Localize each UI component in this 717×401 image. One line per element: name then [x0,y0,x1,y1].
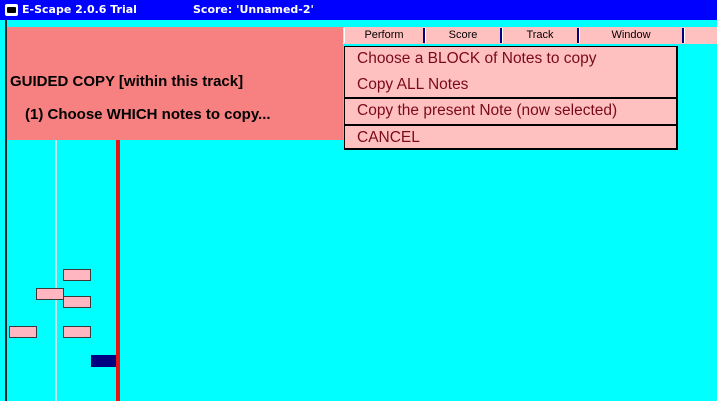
menu-score[interactable]: Score [425,28,502,43]
copy-all-option[interactable]: Copy ALL Notes [357,76,468,94]
note-block[interactable] [63,269,91,281]
selected-note-block[interactable] [91,355,118,367]
popup-divider [345,124,676,126]
copy-present-note-option[interactable]: Copy the present Note (now selected) [357,102,617,120]
popup-divider [345,97,676,99]
guided-copy-title: GUIDED COPY [within this track] [10,73,244,90]
note-block[interactable] [63,296,91,308]
note-block[interactable] [36,288,64,300]
guided-copy-panel: GUIDED COPY [within this track] (1) Choo… [7,27,343,140]
menu-extra[interactable] [684,28,717,43]
copy-block-option[interactable]: Choose a BLOCK of Notes to copy [357,50,597,68]
app-icon[interactable] [5,4,18,16]
note-block[interactable] [63,326,91,338]
score-title: Score: 'Unnamed-2' [193,3,314,16]
playhead-cursor[interactable] [116,140,120,401]
cancel-option[interactable]: CANCEL [357,129,420,147]
copy-options-popup: Choose a BLOCK of Notes to copy Copy ALL… [344,46,678,150]
menu-perform[interactable]: Perform [344,28,425,43]
beat-guide-line [55,140,57,401]
menu-window[interactable]: Window [579,28,684,43]
menu-bar: Perform Score Track Window [344,27,717,44]
title-bar: E-Scape 2.0.6 Trial Score: 'Unnamed-2' [0,0,717,20]
guided-copy-step: (1) Choose WHICH notes to copy... [25,106,271,123]
note-block[interactable] [9,326,37,338]
app-title: E-Scape 2.0.6 Trial [22,3,137,16]
menu-track[interactable]: Track [502,28,579,43]
